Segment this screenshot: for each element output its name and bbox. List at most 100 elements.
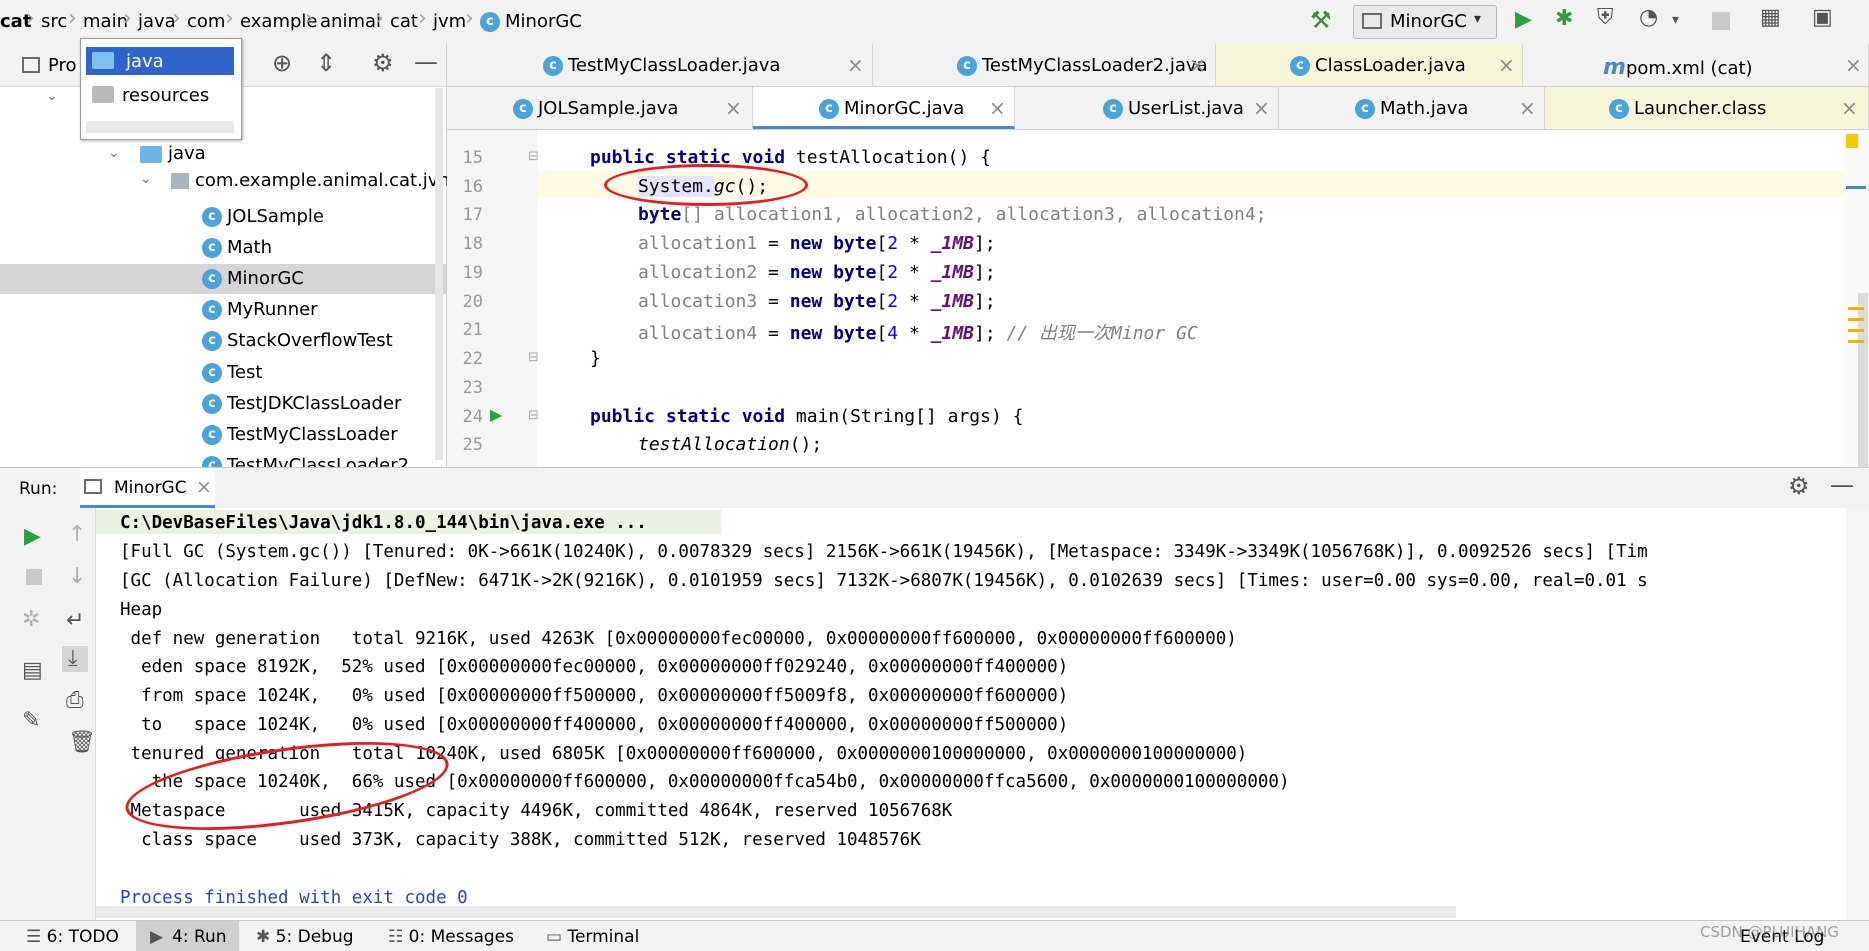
terminal-window-icon[interactable]: ▣	[1812, 5, 1836, 30]
debug-tool-button[interactable]: ✱ 5: Debug	[256, 927, 354, 947]
breadcrumb-item[interactable]: jvm	[433, 11, 466, 32]
breadcrumb-item[interactable]: animal	[320, 11, 381, 32]
editor-tab[interactable]: c UserList.java ×	[1015, 87, 1279, 129]
folder-icon	[140, 145, 162, 163]
close-icon[interactable]: ×	[1189, 53, 1206, 77]
tree-item-class-selected[interactable]: c MinorGC	[202, 268, 304, 298]
chevron-down-icon[interactable]: ⌄	[46, 88, 58, 104]
breadcrumb-item[interactable]: src	[41, 11, 67, 32]
pin-icon[interactable]: ✎	[22, 708, 40, 733]
line-number: 24	[462, 407, 483, 427]
class-icon: c	[957, 56, 977, 76]
console-scrollbar[interactable]	[1846, 508, 1869, 920]
tree-item-class[interactable]: c Math	[202, 237, 272, 267]
project-panel-title[interactable]: Pro	[48, 55, 77, 76]
close-icon[interactable]: ×	[1498, 53, 1515, 77]
editor-tab[interactable]: c JOLSample.java ×	[447, 87, 753, 129]
terminal-tool-button[interactable]: ▭ Terminal	[546, 927, 639, 947]
popup-item-selected[interactable]: java	[86, 47, 234, 75]
messages-tool-button[interactable]: ☷ 0: Messages	[388, 927, 514, 947]
run-icon[interactable]: ▶	[1515, 7, 1539, 32]
soft-wrap-icon[interactable]: ↵	[66, 608, 84, 633]
class-icon: c	[202, 300, 222, 320]
close-icon[interactable]: ×	[1845, 53, 1862, 77]
breadcrumb-item[interactable]: java	[138, 11, 176, 32]
stop-icon[interactable]	[26, 569, 42, 585]
run-tab[interactable]: MinorGC ×	[80, 468, 215, 508]
tool-window-bar: ☰ 6: TODO ▶ 4: Run ✱ 5: Debug ☷ 0: Messa…	[0, 920, 1869, 951]
rerun-icon[interactable]: ▶	[24, 524, 41, 549]
editor-tab[interactable]: c TestMyClassLoader2.java ×	[873, 44, 1216, 86]
tree-item-class[interactable]: c MyRunner	[202, 299, 318, 329]
todo-tool-button[interactable]: ☰ 6: TODO	[26, 927, 119, 947]
editor-scrollbar[interactable]	[1844, 130, 1869, 523]
breadcrumb-item[interactable]: com	[187, 11, 225, 32]
editor-tab[interactable]: c Math.java ×	[1279, 87, 1545, 129]
console-line: [Full GC (System.gc()) [Tenured: 0K->661…	[120, 542, 1648, 562]
tree-item-folder[interactable]: java	[140, 143, 206, 173]
editor-tab[interactable]: mpom.xml (cat) ×	[1523, 44, 1869, 86]
print-icon[interactable]: ⎙	[66, 688, 84, 713]
line-number: 23	[462, 378, 483, 398]
run-tool-button[interactable]: ▶ 4: Run	[136, 921, 239, 951]
restore-layout-icon[interactable]: ✲	[22, 607, 40, 632]
fold-icon[interactable]: ⊟	[528, 149, 539, 164]
close-icon[interactable]: ×	[847, 53, 864, 77]
tree-item-class[interactable]: c TestMyClassLoader	[202, 424, 398, 454]
tree-item-class[interactable]: c JOLSample	[202, 206, 324, 236]
close-icon[interactable]: ×	[1253, 96, 1270, 120]
editor-tab[interactable]: c ClassLoader.java ×	[1216, 44, 1523, 86]
run-gutter-icon[interactable]: ▶	[490, 405, 502, 424]
breadcrumb-item[interactable]: main	[83, 11, 128, 32]
tree-item-class[interactable]: c Test	[202, 362, 262, 392]
coverage-shield-icon[interactable]: ⛨	[1597, 5, 1621, 30]
close-icon[interactable]: ×	[1519, 96, 1536, 120]
minimize-icon[interactable]: —	[414, 48, 438, 76]
fold-icon[interactable]: ⊟	[528, 408, 539, 423]
line-number: 17	[462, 205, 483, 225]
fold-icon[interactable]: ⊟	[528, 350, 539, 365]
debug-bug-icon[interactable]: ✱	[1555, 6, 1579, 31]
chevron-down-icon[interactable]: ▾	[1672, 12, 1696, 36]
console-horizontal-scrollbar[interactable]	[96, 906, 1456, 918]
close-icon[interactable]: ×	[725, 96, 742, 120]
breadcrumb-item-current[interactable]: c MinorGC	[480, 11, 582, 32]
chevron-down-icon[interactable]: ⌄	[108, 145, 120, 161]
tree-item-class[interactable]: c StackOverflowTest	[202, 330, 393, 360]
run-config-select[interactable]: MinorGC ▾	[1353, 5, 1497, 39]
editor-tab[interactable]: c Launcher.class ×	[1545, 87, 1869, 129]
gear-icon[interactable]: ⚙	[1788, 472, 1810, 500]
layout-icon[interactable]: ▤	[22, 658, 43, 683]
source-root-popup: java resources	[80, 38, 242, 140]
build-hammer-icon[interactable]: ⚒	[1310, 6, 1334, 34]
project-view-icon	[22, 57, 40, 73]
close-icon[interactable]: ×	[196, 476, 212, 498]
editor-tab-active[interactable]: c MinorGC.java ×	[753, 87, 1015, 129]
minimize-icon[interactable]: —	[1830, 471, 1854, 499]
class-icon: c	[1103, 99, 1123, 119]
tree-item-package[interactable]: com.example.animal.cat.jvm	[171, 170, 456, 200]
project-structure-icon[interactable]: ▦	[1760, 5, 1784, 30]
close-icon[interactable]: ×	[989, 96, 1006, 120]
chevron-down-icon[interactable]: ⌄	[140, 171, 152, 187]
arrow-up-icon[interactable]: ↑	[68, 522, 86, 547]
breadcrumb-item[interactable]: cat	[390, 11, 418, 32]
arrow-down-icon[interactable]: ↓	[68, 564, 86, 589]
package-icon	[171, 173, 189, 189]
stop-icon[interactable]	[1712, 12, 1730, 30]
code-line-21: allocation4 = new byte[4 * _1MB]; // 出现一…	[638, 323, 1198, 344]
locate-target-icon[interactable]: ⊕	[272, 49, 292, 77]
console-output[interactable]	[96, 508, 1846, 920]
editor-tab[interactable]: c TestMyClassLoader.java ×	[447, 44, 873, 86]
popup-item[interactable]: resources	[86, 81, 234, 109]
gear-icon[interactable]: ⚙	[372, 49, 394, 77]
tree-item-class[interactable]: c TestMyClassLoader2	[202, 455, 409, 467]
project-scrollbar[interactable]	[435, 88, 443, 460]
trash-icon[interactable]: 🗑	[68, 730, 96, 755]
profile-icon[interactable]: ◔	[1639, 5, 1663, 30]
scroll-to-end-icon[interactable]: ⤓	[68, 646, 78, 671]
close-icon[interactable]: ×	[1841, 96, 1858, 120]
collapse-all-icon[interactable]: ⇕	[316, 49, 336, 77]
tree-item-class[interactable]: c TestJDKClassLoader	[202, 393, 401, 423]
class-icon: c	[1609, 99, 1629, 119]
